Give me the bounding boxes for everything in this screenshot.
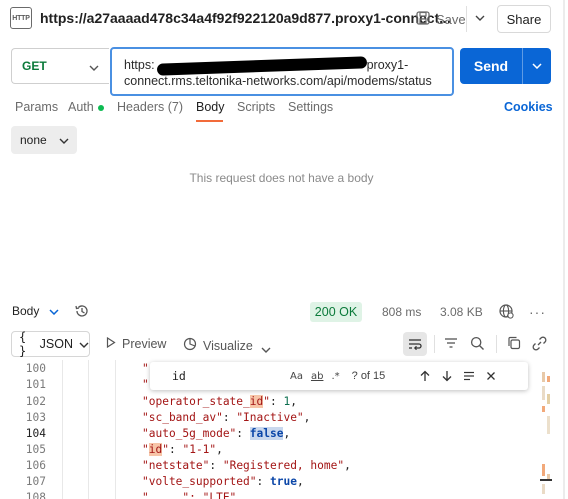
play-icon bbox=[106, 336, 116, 351]
status-badge[interactable]: 200 OK bbox=[310, 302, 362, 322]
arrow-down-icon[interactable] bbox=[436, 370, 458, 382]
save-label: Save bbox=[436, 11, 466, 27]
more-options-icon[interactable]: ··· bbox=[529, 304, 546, 320]
save-options-chevron-icon[interactable] bbox=[472, 9, 488, 27]
preview-button[interactable]: Preview bbox=[106, 336, 167, 351]
close-icon[interactable] bbox=[480, 371, 502, 381]
link-icon[interactable] bbox=[532, 336, 547, 354]
request-tab-title[interactable]: https://a27aaaad478c34a4f92f922120a9d877… bbox=[40, 10, 451, 26]
url-line-2: connect.rms.teltonika-networks.com/api/m… bbox=[124, 74, 432, 88]
format-select[interactable]: { } JSON bbox=[11, 330, 90, 358]
tab-settings[interactable]: Settings bbox=[288, 100, 333, 114]
indent-guide bbox=[115, 360, 116, 499]
share-button[interactable]: Share bbox=[497, 5, 551, 33]
code-line: "operator_state_id": 1, bbox=[142, 395, 297, 408]
tab-scripts[interactable]: Scripts bbox=[237, 100, 275, 114]
line-number: 100 bbox=[25, 362, 46, 375]
find-widget: id Aa ab .* ? of 15 bbox=[150, 362, 528, 390]
line-number: 107 bbox=[25, 475, 46, 488]
redaction-mark bbox=[156, 56, 367, 76]
tab-auth-label: Auth bbox=[68, 100, 94, 114]
url-suffix: proxy1- bbox=[366, 58, 409, 72]
http-request-icon: HTTP bbox=[10, 7, 32, 29]
line-number: 101 bbox=[25, 378, 46, 391]
url-prefix: https: bbox=[124, 58, 155, 72]
response-section-select[interactable]: Body bbox=[12, 304, 59, 318]
editor-minimap[interactable] bbox=[540, 364, 552, 499]
format-label: JSON bbox=[39, 337, 73, 351]
regex-toggle[interactable]: .* bbox=[331, 371, 339, 382]
braces-icon: { } bbox=[19, 330, 27, 358]
line-number: 106 bbox=[25, 459, 46, 472]
find-input[interactable]: id bbox=[150, 369, 290, 383]
line-number: 104 bbox=[25, 427, 46, 440]
find-in-selection-icon[interactable] bbox=[458, 371, 480, 381]
search-icon[interactable] bbox=[470, 336, 485, 354]
line-number: 105 bbox=[25, 443, 46, 456]
arrow-up-icon[interactable] bbox=[414, 370, 436, 382]
indent-guide bbox=[88, 360, 89, 499]
match-count: ? of 15 bbox=[351, 370, 386, 382]
word-wrap-button[interactable] bbox=[403, 332, 427, 356]
empty-body-message: This request does not have a body bbox=[189, 171, 374, 185]
chevron-down-icon bbox=[89, 60, 99, 74]
network-globe-icon[interactable] bbox=[498, 303, 514, 322]
history-icon[interactable] bbox=[74, 303, 90, 322]
code-line: "_____": "LTE", bbox=[142, 491, 244, 499]
preview-label: Preview bbox=[122, 337, 167, 351]
filter-icon[interactable] bbox=[444, 336, 458, 353]
match-case-toggle[interactable]: Aa bbox=[290, 371, 303, 382]
method-label: GET bbox=[22, 59, 47, 73]
code-line: "sc_band_av": "Inactive", bbox=[142, 411, 311, 424]
send-label: Send bbox=[473, 58, 509, 74]
line-number: 103 bbox=[25, 411, 46, 424]
visualize-button[interactable]: Visualize bbox=[183, 337, 253, 354]
method-select[interactable]: GET bbox=[11, 48, 109, 84]
line-number: 108 bbox=[25, 491, 46, 499]
response-time[interactable]: 808 ms bbox=[382, 305, 421, 319]
indent-guide bbox=[62, 360, 63, 499]
chevron-down-icon bbox=[79, 337, 89, 351]
tab-auth[interactable]: Auth bbox=[68, 100, 104, 114]
divider bbox=[434, 335, 435, 353]
tab-params[interactable]: Params bbox=[15, 100, 58, 114]
send-button[interactable]: Send bbox=[460, 48, 551, 84]
code-line: "auto_5g_mode": false, bbox=[142, 427, 291, 440]
body-type-select[interactable]: none bbox=[11, 126, 77, 154]
window-edge bbox=[563, 0, 565, 499]
visualize-chevron-icon[interactable] bbox=[261, 341, 271, 356]
save-button[interactable]: Save bbox=[416, 8, 466, 30]
active-tab-indicator bbox=[196, 120, 223, 122]
save-icon bbox=[416, 10, 430, 28]
cookies-link[interactable]: Cookies bbox=[504, 100, 553, 114]
body-type-label: none bbox=[20, 133, 47, 147]
code-line: "netstate": "Registered, home", bbox=[142, 459, 351, 472]
visualize-label: Visualize bbox=[203, 338, 253, 353]
response-size[interactable]: 3.08 KB bbox=[440, 305, 483, 319]
tab-headers[interactable]: Headers (7) bbox=[117, 100, 183, 114]
url-input[interactable]: https: proxy1- connect.rms.teltonika-netw… bbox=[110, 47, 454, 96]
send-options-chevron-icon[interactable] bbox=[523, 63, 551, 69]
tab-body[interactable]: Body bbox=[196, 100, 225, 114]
line-number: 102 bbox=[25, 395, 46, 408]
response-section-label: Body bbox=[12, 304, 40, 318]
chevron-down-icon bbox=[49, 304, 59, 318]
code-line: "id": "1-1", bbox=[142, 443, 223, 456]
code-line: "volte_supported": true, bbox=[142, 475, 304, 488]
visualize-icon bbox=[183, 337, 197, 354]
code-line: " bbox=[142, 378, 149, 391]
divider bbox=[466, 6, 467, 32]
whole-word-toggle[interactable]: ab bbox=[311, 371, 323, 382]
copy-icon[interactable] bbox=[507, 336, 521, 353]
code-line: " bbox=[142, 362, 149, 375]
divider bbox=[496, 335, 497, 353]
auth-status-dot bbox=[97, 104, 104, 111]
chevron-down-icon bbox=[59, 133, 69, 147]
